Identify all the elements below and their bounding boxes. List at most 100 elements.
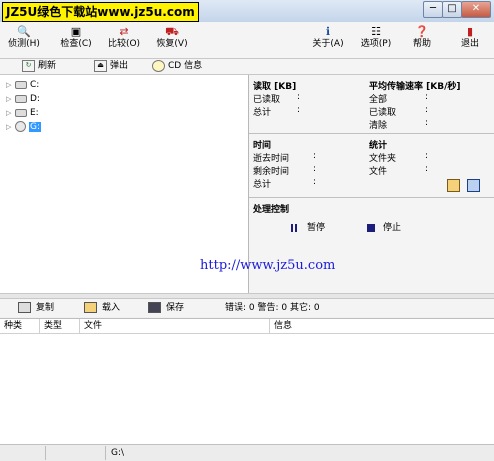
refresh-icon: ↻ [22, 59, 35, 72]
rate-clear-label[interactable]: 清除 [369, 118, 387, 131]
copy-log-button[interactable]: 复制 [18, 299, 54, 317]
column-header-info[interactable]: 信息 [270, 319, 494, 333]
status-bar: G:\ [0, 444, 494, 461]
exit-label: 退出 [460, 39, 479, 49]
stop-button[interactable]: 停止 [367, 220, 401, 233]
expand-arrow-icon[interactable]: ▷ [6, 121, 14, 134]
expand-arrow-icon[interactable]: ▷ [6, 93, 14, 106]
log-header: 种类 类型 文件 信息 [0, 319, 494, 334]
options-icon: ☷ [371, 25, 381, 38]
info-icon: ℹ [325, 25, 331, 38]
main-toolbar: 🔍 侦测(H) ▣ 检查(C) ⇄ 比较(O) ⛟ 恢复(V) ℹ 关于(A) … [0, 22, 494, 59]
column-header-type[interactable]: 类型 [40, 319, 80, 333]
title-bar: JZ5U绿色下载站www.jz5u.com ─ □ ✕ [0, 0, 494, 23]
expand-arrow-icon[interactable]: ▷ [6, 79, 14, 92]
pause-button[interactable]: 暂停 [291, 220, 325, 233]
colon: : [425, 164, 429, 174]
colon: : [425, 105, 429, 115]
rate-read-label: 已读取 [369, 108, 397, 118]
selected-drive-label: G: [29, 122, 42, 132]
maximize-button[interactable]: □ [442, 1, 462, 18]
colon: : [425, 118, 429, 128]
restore-label: 恢复(V) [156, 39, 188, 49]
cd-info-button[interactable]: CD 信息 [152, 59, 202, 74]
expand-arrow-icon[interactable]: ▷ [6, 107, 14, 120]
compare-label: 比较(O) [107, 39, 141, 49]
stats-title: 统计 [369, 141, 388, 151]
elapsed-label: 逝去时间 [253, 154, 290, 164]
cd-drive-icon [15, 121, 26, 132]
check-label: 检查(C) [60, 39, 92, 49]
hard-disk-icon [15, 108, 27, 117]
drive-label: C: [30, 80, 40, 90]
options-label: 选项(P) [360, 39, 392, 49]
colon: : [297, 105, 301, 115]
files-label: 文件 [369, 167, 388, 177]
eject-label: 弹出 [110, 61, 129, 71]
copy-stats-icon[interactable] [467, 179, 480, 192]
log-table: 种类 类型 文件 信息 [0, 318, 494, 445]
drive-item-e[interactable]: ▷ E: [6, 107, 39, 120]
column-header-kind[interactable]: 种类 [0, 319, 40, 333]
hard-disk-icon [15, 94, 27, 103]
minimize-button[interactable]: ─ [423, 1, 443, 18]
detect-label: 侦测(H) [8, 39, 40, 49]
load-label: 载入 [102, 303, 121, 313]
detect-button[interactable]: 🔍 侦测(H) [4, 22, 44, 58]
colon: : [313, 164, 317, 174]
status-cell [2, 446, 46, 460]
colon: : [297, 92, 301, 102]
drive-item-c[interactable]: ▷ C: [6, 79, 39, 92]
rate-title: 平均传输速率 [KB/秒] [369, 82, 461, 92]
log-toolbar: 复制 载入 保存 错误: 0 警告: 0 其它: 0 [0, 299, 494, 317]
folders-label: 文件夹 [369, 154, 397, 164]
export-icon[interactable] [447, 179, 460, 192]
load-log-button[interactable]: 载入 [84, 299, 120, 317]
help-button[interactable]: ❓ 帮助 [404, 22, 440, 58]
drive-item-d[interactable]: ▷ D: [6, 93, 40, 106]
watermark-url: http://www.jz5u.com [200, 258, 336, 273]
exit-icon: ▮ [466, 25, 474, 38]
remaining-label: 剩余时间 [253, 167, 290, 177]
cd-info-label: CD 信息 [168, 61, 203, 71]
status-cell [48, 446, 106, 460]
colon: : [425, 151, 429, 161]
stop-label: 停止 [383, 223, 402, 233]
compare-button[interactable]: ⇄ 比较(O) [104, 22, 144, 58]
close-button[interactable]: ✕ [461, 1, 491, 18]
divider [249, 133, 494, 134]
drive-label: E: [30, 108, 39, 118]
copy-label: 复制 [36, 303, 55, 313]
time-title: 时间 [253, 141, 272, 151]
drive-item-g[interactable]: ▷ G: [6, 121, 42, 134]
hard-disk-icon [15, 80, 27, 89]
restore-button[interactable]: ⛟ 恢复(V) [152, 22, 192, 58]
log-counts: 错误: 0 警告: 0 其它: 0 [225, 303, 320, 313]
divider [249, 197, 494, 198]
column-header-file[interactable]: 文件 [80, 319, 270, 333]
rate-all-label: 全部 [369, 95, 388, 105]
read-done-label: 已读取 [253, 95, 281, 105]
status-path: G:\ [111, 448, 125, 458]
eject-icon: ⏏ [94, 59, 107, 72]
colon: : [313, 151, 317, 161]
watermark-banner: JZ5U绿色下载站www.jz5u.com [2, 2, 199, 22]
options-button[interactable]: ☷ 选项(P) [356, 22, 396, 58]
read-total-label: 总计 [253, 108, 272, 118]
save-log-button[interactable]: 保存 [148, 299, 184, 317]
time-total-label: 总计 [253, 180, 272, 190]
help-icon: ❓ [415, 25, 429, 38]
refresh-button[interactable]: ↻ 刷新 [22, 59, 56, 74]
pause-icon [291, 223, 297, 232]
save-icon [148, 302, 161, 313]
compare-icon: ⇄ [119, 25, 129, 38]
check-button[interactable]: ▣ 检查(C) [56, 22, 96, 58]
cd-icon [152, 59, 165, 72]
process-title: 处理控制 [253, 205, 290, 215]
colon: : [425, 92, 429, 102]
colon: : [313, 177, 317, 187]
eject-button[interactable]: ⏏ 弹出 [94, 59, 128, 74]
save-label: 保存 [166, 303, 185, 313]
exit-button[interactable]: ▮ 退出 [452, 22, 488, 58]
about-button[interactable]: ℹ 关于(A) [308, 22, 348, 58]
